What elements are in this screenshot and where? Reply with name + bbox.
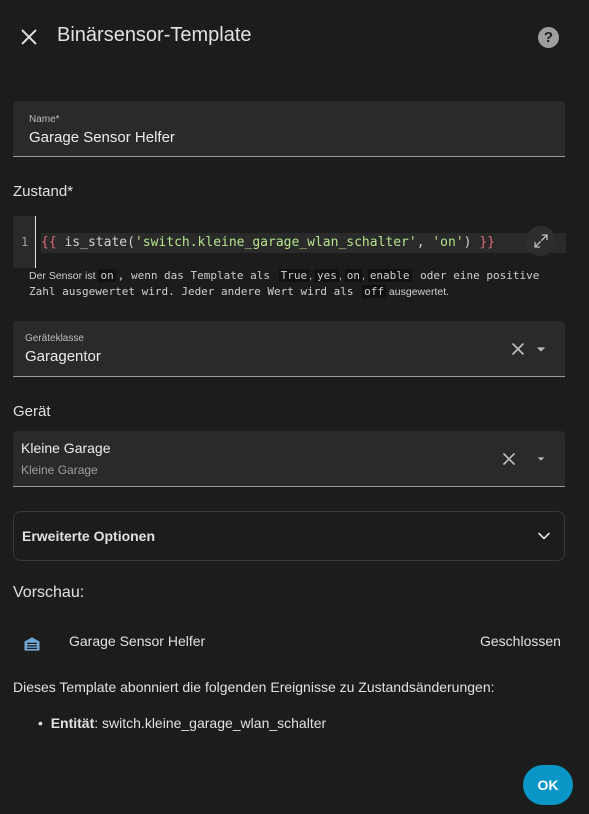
bullet-dot: • xyxy=(38,715,51,731)
ok-button[interactable]: OK xyxy=(523,765,573,805)
preview-entity-name: Garage Sensor Helfer xyxy=(69,633,206,649)
dialog-title: Binärsensor-Template xyxy=(57,24,252,46)
name-field[interactable]: Name* Garage Sensor Helfer xyxy=(13,101,565,157)
device-class-label: Geräteklasse xyxy=(25,333,84,344)
code-function: is_state( xyxy=(64,235,135,250)
helper-text-1: Der Sensor ist xyxy=(29,270,99,282)
helper-code-enable: enable xyxy=(367,269,412,282)
chevron-down-icon xyxy=(538,532,550,540)
state-label: Zustand* xyxy=(13,183,74,200)
dialog-header: Binärsensor-Template ? xyxy=(0,0,589,72)
code-line[interactable]: {{ is_state('switch.kleine_garage_wlan_s… xyxy=(41,233,566,253)
chevron-down-icon[interactable] xyxy=(531,449,551,469)
helper-text-4: , xyxy=(338,270,345,282)
code-entity-arg: 'switch.kleine_garage_wlan_schalter' xyxy=(134,235,417,250)
helper-code-true: True xyxy=(278,269,310,282)
code-close-paren: ) xyxy=(463,235,472,250)
template-dialog: Binärsensor-Template ? Name* Garage Sens… xyxy=(0,0,589,814)
name-field-value: Garage Sensor Helfer xyxy=(29,129,175,146)
bullet-value: : switch.kleine_garage_wlan_schalter xyxy=(94,715,327,731)
device-label: Gerät xyxy=(13,403,51,420)
helper-text-7: ausgewertet. xyxy=(386,286,450,298)
advanced-options-expander[interactable]: Erweiterte Optionen xyxy=(13,511,565,561)
expand-icon xyxy=(534,234,548,248)
helper-text-5: , xyxy=(361,270,368,282)
code-open-brace: {{ xyxy=(41,235,65,250)
name-field-label: Name* xyxy=(29,114,60,125)
line-gutter: 1 xyxy=(13,216,36,268)
subscription-entity-item: • Entität: switch.kleine_garage_wlan_sch… xyxy=(38,715,326,731)
helper-text-2: , wenn das Template als xyxy=(117,269,277,282)
chevron-down-icon[interactable] xyxy=(531,339,551,359)
helper-code-on-2: on xyxy=(344,269,362,282)
code-close-brace: }} xyxy=(471,235,495,250)
helper-code-off: off xyxy=(362,285,387,298)
device-picker[interactable]: Kleine Garage Kleine Garage xyxy=(13,431,565,487)
subscription-text: Dieses Template abonniert die folgenden … xyxy=(13,679,495,695)
line-number: 1 xyxy=(21,235,29,249)
clear-icon[interactable] xyxy=(499,449,519,469)
advanced-options-label: Erweiterte Optionen xyxy=(22,528,156,544)
device-secondary: Kleine Garage xyxy=(21,463,98,477)
help-icon[interactable]: ? xyxy=(538,27,559,48)
expand-editor-button[interactable] xyxy=(526,226,556,256)
preview-title: Vorschau: xyxy=(13,584,85,601)
preview-entity-state: Geschlossen xyxy=(480,633,561,649)
device-value: Kleine Garage xyxy=(21,440,111,456)
clear-icon[interactable] xyxy=(508,339,528,359)
code-state-arg: 'on' xyxy=(432,235,464,250)
garage-icon xyxy=(24,637,40,651)
helper-code-yes: yes xyxy=(315,269,339,282)
bullet-label: Entität xyxy=(50,715,95,731)
close-icon[interactable] xyxy=(18,26,40,48)
template-code-editor[interactable]: 1 {{ is_state('switch.kleine_garage_wlan… xyxy=(13,216,566,268)
device-class-value: Garagentor xyxy=(25,348,101,365)
code-separator: , xyxy=(416,235,433,250)
device-class-select[interactable]: Geräteklasse Garagentor xyxy=(13,321,565,377)
state-helper-text: Der Sensor ist on, wenn das Template als… xyxy=(29,268,559,300)
helper-code-on: on xyxy=(98,269,116,282)
